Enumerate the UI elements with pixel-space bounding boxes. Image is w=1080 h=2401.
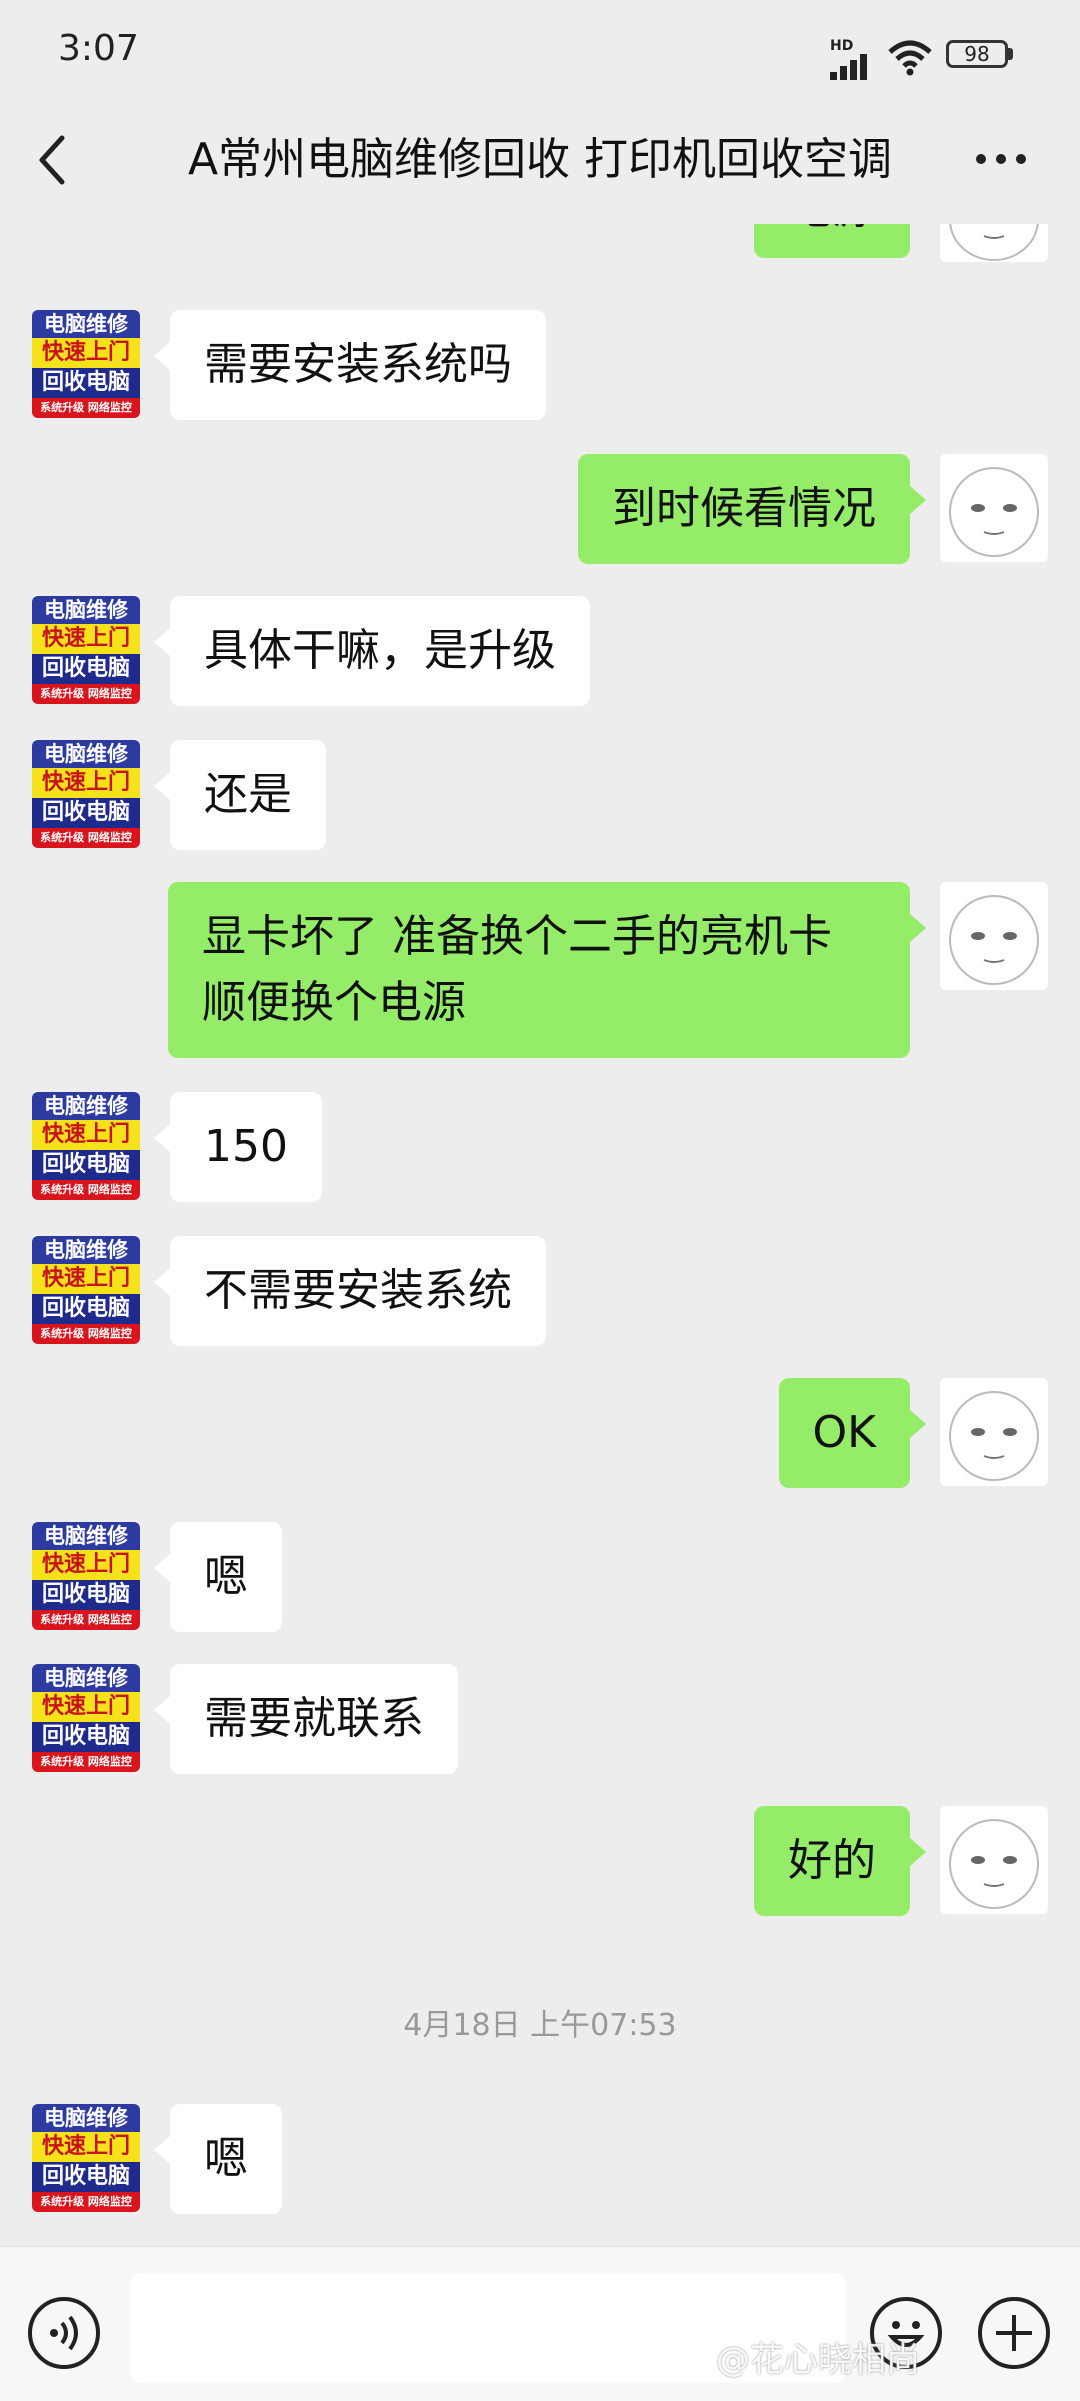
avatar-line: 电脑维修 <box>32 1522 140 1550</box>
avatar-line: 系统升级 网络监控 <box>32 1180 140 1200</box>
battery-tip <box>1008 48 1013 60</box>
message-line: 顺便换个电源 <box>202 977 466 1028</box>
watermark: @花心晓相尚 <box>716 2340 920 2380</box>
shop-avatar[interactable]: 电脑维修 快速上门 回收电脑 系统升级 网络监控 <box>32 596 140 704</box>
shop-avatar[interactable]: 电脑维修 快速上门 回收电脑 系统升级 网络监控 <box>32 1664 140 1772</box>
avatar-line: 系统升级 网络监控 <box>32 2192 140 2212</box>
avatar-line: 系统升级 网络监控 <box>32 398 140 418</box>
avatar-line: 回收电脑 <box>32 1294 140 1324</box>
avatar-line: 电脑维修 <box>32 596 140 624</box>
avatar-line: 快速上门 <box>32 1120 140 1150</box>
avatar-line: 电脑维修 <box>32 310 140 338</box>
chat-title: A常州电脑维修回收 打印机回收空调 <box>187 134 893 185</box>
message-bubble[interactable]: 需要安装系统吗 <box>154 310 546 420</box>
avatar-line: 快速上门 <box>32 1264 140 1294</box>
more-dots-icon[interactable] <box>976 152 1030 168</box>
message-list[interactable]: 电源 电脑维修 快速上门 回收电脑 系统升级 网络监控 需要安装系统吗 到时候看… <box>0 224 1080 2246</box>
face-icon <box>949 224 1039 261</box>
shop-avatar[interactable]: 电脑维修 快速上门 回收电脑 系统升级 网络监控 <box>32 740 140 848</box>
wifi-icon <box>888 40 932 76</box>
face-icon <box>949 1391 1039 1481</box>
avatar-line: 回收电脑 <box>32 1722 140 1752</box>
avatar-line: 回收电脑 <box>32 654 140 684</box>
user-avatar[interactable] <box>940 1806 1048 1914</box>
avatar-line: 快速上门 <box>32 1692 140 1722</box>
shop-avatar[interactable]: 电脑维修 快速上门 回收电脑 系统升级 网络监控 <box>32 1522 140 1630</box>
avatar-line: 电脑维修 <box>32 1664 140 1692</box>
avatar-line: 快速上门 <box>32 624 140 654</box>
message-bubble[interactable]: 150 <box>154 1092 322 1202</box>
avatar-line: 系统升级 网络监控 <box>32 684 140 704</box>
avatar-line: 系统升级 网络监控 <box>32 1324 140 1344</box>
avatar-line: 电脑维修 <box>32 1092 140 1120</box>
message-timestamp: 4月18日 上午07:53 <box>403 2008 677 2043</box>
avatar-line: 系统升级 网络监控 <box>32 828 140 848</box>
message-bubble[interactable]: OK <box>778 1378 926 1488</box>
avatar-line: 快速上门 <box>32 338 140 368</box>
avatar-line: 回收电脑 <box>32 2162 140 2192</box>
message-bubble[interactable]: 显卡坏了 准备换个二手的亮机卡 顺便换个电源 <box>168 882 926 1058</box>
avatar-line: 系统升级 网络监控 <box>32 1752 140 1772</box>
message-bubble[interactable]: 具体干嘛，是升级 <box>154 596 590 706</box>
chevron-left-icon[interactable] <box>32 130 76 190</box>
status-time: 3:07 <box>58 28 139 69</box>
user-avatar[interactable] <box>940 454 1048 562</box>
message-bubble[interactable]: 还是 <box>154 740 326 850</box>
avatar-line: 回收电脑 <box>32 798 140 828</box>
face-icon <box>949 895 1039 985</box>
avatar-line: 快速上门 <box>32 1550 140 1580</box>
avatar-line: 系统升级 网络监控 <box>32 1610 140 1630</box>
avatar-line: 电脑维修 <box>32 2104 140 2132</box>
message-bubble[interactable]: 电源 <box>754 224 910 258</box>
avatar-line: 快速上门 <box>32 768 140 798</box>
signal-icon <box>830 54 867 80</box>
message-bubble[interactable]: 好的 <box>754 1806 926 1916</box>
face-icon <box>949 1819 1039 1909</box>
user-avatar[interactable] <box>940 882 1048 990</box>
face-icon <box>949 467 1039 557</box>
plus-icon[interactable] <box>978 2297 1050 2369</box>
avatar-line: 电脑维修 <box>32 1236 140 1264</box>
shop-avatar[interactable]: 电脑维修 快速上门 回收电脑 系统升级 网络监控 <box>32 1092 140 1200</box>
message-bubble[interactable]: 嗯 <box>154 2104 282 2214</box>
avatar-line: 回收电脑 <box>32 368 140 398</box>
message-line: 显卡坏了 准备换个二手的亮机卡 <box>202 911 832 962</box>
avatar-line: 回收电脑 <box>32 1150 140 1180</box>
user-avatar[interactable] <box>940 224 1048 262</box>
battery-level: 98 <box>964 42 990 66</box>
shop-avatar[interactable]: 电脑维修 快速上门 回收电脑 系统升级 网络监控 <box>32 2104 140 2212</box>
avatar-line: 电脑维修 <box>32 740 140 768</box>
status-bar: 3:07 HD 98 <box>0 0 1080 100</box>
message-bubble[interactable]: 不需要安装系统 <box>154 1236 546 1346</box>
user-avatar[interactable] <box>940 1378 1048 1486</box>
message-bubble[interactable]: 需要就联系 <box>154 1664 458 1774</box>
shop-avatar[interactable]: 电脑维修 快速上门 回收电脑 系统升级 网络监控 <box>32 310 140 418</box>
chat-header: A常州电脑维修回收 打印机回收空调 <box>0 100 1080 224</box>
voice-icon[interactable] <box>28 2297 100 2369</box>
shop-avatar[interactable]: 电脑维修 快速上门 回收电脑 系统升级 网络监控 <box>32 1236 140 1344</box>
avatar-line: 快速上门 <box>32 2132 140 2162</box>
message-bubble[interactable]: 到时候看情况 <box>578 454 926 564</box>
avatar-line: 回收电脑 <box>32 1580 140 1610</box>
message-bubble[interactable]: 嗯 <box>154 1522 282 1632</box>
